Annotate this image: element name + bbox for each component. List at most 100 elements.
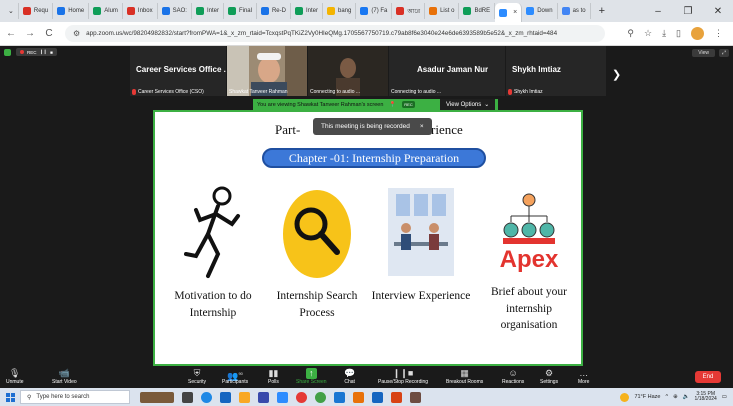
browser-tab[interactable]: Home <box>53 3 90 19</box>
tab-label: bang <box>338 8 352 14</box>
bookmark-star-icon[interactable]: ☆ <box>644 28 652 39</box>
tab-favicon-icon <box>360 7 369 15</box>
browser-tab[interactable]: Final <box>224 3 257 19</box>
tab-favicon-icon <box>294 7 303 15</box>
weather-text[interactable]: 71°F Haze <box>634 394 660 400</box>
participant-tile[interactable]: Shawkat Tanveer Rahman <box>227 46 307 96</box>
stop-icon[interactable]: ■ <box>50 50 53 55</box>
polls-button[interactable]: ▮▮ Polls <box>268 368 279 385</box>
browser-tab[interactable]: Re-D <box>257 3 291 19</box>
recording-label: REC <box>27 49 37 55</box>
paint-icon[interactable] <box>410 391 421 403</box>
slide-heading: Part- rience <box>275 122 463 138</box>
network-icon[interactable]: ⊕ <box>673 394 678 400</box>
recording-indicator[interactable]: REC ❙❙ ■ <box>16 48 57 56</box>
apex-wordmark: Apex <box>499 246 559 273</box>
tab-favicon-icon <box>57 7 66 15</box>
participants-button[interactable]: 👥90 Participants <box>222 368 248 385</box>
whatsapp-icon[interactable] <box>315 391 326 403</box>
tab-label: Re-D <box>271 8 286 14</box>
security-shield-icon[interactable] <box>4 49 11 56</box>
tab-label: Alum <box>104 8 118 14</box>
fullscreen-icon[interactable]: ⤢ <box>718 49 729 57</box>
maximize-button[interactable]: ❐ <box>673 6 703 17</box>
view-label: View <box>695 49 712 57</box>
tray-chevron-icon[interactable]: ^ <box>665 394 668 400</box>
forward-arrow-icon[interactable]: → <box>22 28 38 39</box>
zoom-app-icon[interactable] <box>277 391 288 403</box>
outlook-icon[interactable] <box>372 391 383 403</box>
clock[interactable]: 3:15 PM 1/18/2024 <box>695 391 717 403</box>
browser-tab[interactable]: List o <box>425 3 460 19</box>
browser-tab[interactable]: bang <box>323 3 357 19</box>
close-tab-icon[interactable]: × <box>513 9 517 16</box>
browser-tab[interactable]: Inbox <box>123 3 158 19</box>
browser-tab[interactable]: BdRE <box>459 3 496 19</box>
edge-icon[interactable] <box>201 391 212 403</box>
reactions-button[interactable]: ☺ Reactions <box>502 368 524 385</box>
minimize-button[interactable]: – <box>643 6 673 17</box>
participant-tile[interactable]: Career Services Office ... Career Servic… <box>130 46 226 96</box>
tab-search-icon[interactable]: ⌄ <box>4 3 19 19</box>
news-widget-icon[interactable] <box>140 391 174 403</box>
view-button[interactable]: View <box>692 49 715 57</box>
url-field[interactable]: ⚙ app.zoom.us/wc/98204982832/start?fromP… <box>65 25 605 42</box>
tab-favicon-icon <box>463 7 472 15</box>
reload-icon[interactable]: C <box>41 28 57 39</box>
unmute-button[interactable]: 🎙 Unmute <box>6 368 24 385</box>
browser-tab[interactable]: as to <box>558 3 591 19</box>
taskbar-search[interactable]: ⚲ Type here to search <box>20 390 130 404</box>
chrome-icon[interactable] <box>353 391 364 403</box>
slide-card-motivation: Motivation to do Internship <box>163 182 263 321</box>
share-screen-button[interactable]: ↑ Share Screen <box>296 368 327 385</box>
pause-icon[interactable]: ❙❙ <box>40 49 48 55</box>
pause-recording-button[interactable]: ❙❙■ Pause/Stop Recording <box>378 368 428 385</box>
profile-avatar[interactable] <box>691 27 704 40</box>
browser-tab[interactable]: Down <box>522 3 558 19</box>
notification-icon[interactable]: ▭ <box>722 394 727 400</box>
chat-button[interactable]: 💬 Chat <box>344 368 355 385</box>
participant-tile[interactable]: Shykh Imtiaz Shykh Imtiaz <box>506 46 606 96</box>
security-button[interactable]: ⛨ Security <box>188 368 206 385</box>
browser-tab[interactable]: Alum <box>89 3 123 19</box>
close-window-button[interactable]: ✕ <box>703 6 733 17</box>
card-label: Brief about your internship organisation <box>490 286 567 332</box>
end-meeting-button[interactable]: End <box>695 371 721 383</box>
opera-icon[interactable] <box>296 391 307 403</box>
participant-tile[interactable]: Asadur Jaman Nur Connecting to audio ... <box>389 46 505 96</box>
back-arrow-icon[interactable]: ← <box>3 28 19 39</box>
more-button[interactable]: … More <box>578 368 589 385</box>
menu-dots-icon[interactable]: ⋮ <box>714 28 723 39</box>
file-explorer-icon[interactable] <box>239 391 250 403</box>
download-icon[interactable]: ⤓ <box>662 28 666 39</box>
windows-start-icon[interactable] <box>0 392 20 402</box>
close-tooltip-button[interactable]: × <box>420 123 424 130</box>
zoom-meeting-area: REC ❙❙ ■ View ⤢ Career Services Office .… <box>0 46 733 366</box>
view-options-button[interactable]: View Options ⌄ <box>440 99 496 110</box>
mail-icon[interactable] <box>220 391 231 403</box>
sidebar-icon[interactable]: ▯ <box>676 28 681 39</box>
participant-strip: Career Services Office ... Career Servic… <box>130 46 620 96</box>
site-info-icon[interactable]: ⚙ <box>73 29 80 38</box>
tab-favicon-icon <box>327 7 335 15</box>
next-participants-arrow-icon[interactable]: ❯ <box>612 68 621 81</box>
participant-tile[interactable]: Connecting to audio ... <box>308 46 388 96</box>
new-tab-button[interactable]: + <box>591 5 613 17</box>
volume-icon[interactable]: 🔈 <box>683 394 690 400</box>
store-icon[interactable] <box>258 391 269 403</box>
browser-tab[interactable]: Inter <box>192 3 224 19</box>
task-view-icon[interactable] <box>182 391 193 403</box>
browser-tab[interactable]: SAO: <box>158 3 192 19</box>
settings-button[interactable]: ⚙ Settings <box>540 368 558 385</box>
start-video-button[interactable]: 📹 Start Video <box>52 368 77 385</box>
browser-tab[interactable]: × <box>495 3 523 22</box>
powerpoint-icon[interactable] <box>391 391 402 403</box>
breakout-rooms-button[interactable]: ▦ Breakout Rooms <box>446 368 483 385</box>
browser-tab[interactable]: Requ <box>19 3 54 19</box>
extension-icon[interactable]: ⚲ <box>627 28 634 39</box>
word-icon[interactable] <box>334 391 345 403</box>
browser-tab[interactable]: আরে <box>392 3 426 19</box>
browser-tab[interactable]: Inter <box>291 3 323 19</box>
browser-tab[interactable]: (7) Fa <box>356 3 393 19</box>
recording-notice-tooltip: This meeting is being recorded × <box>313 118 432 135</box>
